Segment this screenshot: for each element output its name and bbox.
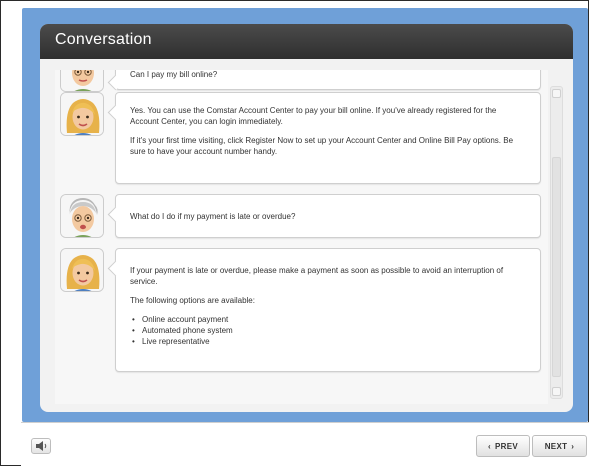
list-item: Online account payment: [130, 314, 526, 325]
message-text: Can I pay my bill online?: [130, 70, 218, 79]
message-bubble: If your payment is late or overdue, plea…: [115, 248, 541, 372]
agent-avatar-icon: [60, 92, 104, 136]
scroll-up-button[interactable]: [552, 89, 561, 98]
message-bubble: Can I pay my bill online?: [115, 70, 541, 90]
conversation-scroll-area[interactable]: Can I pay my bill online? Yes. You can u…: [55, 70, 548, 404]
message-text: What do I do if my payment is late or ov…: [130, 212, 296, 221]
scroll-thumb[interactable]: [552, 157, 561, 377]
message-paragraph: If your payment is late or overdue, plea…: [130, 266, 504, 286]
prev-label: PREV: [494, 441, 518, 451]
panel-title: Conversation: [55, 31, 152, 48]
customer-avatar-icon: [60, 194, 104, 238]
list-item: Automated phone system: [130, 325, 526, 336]
next-label: NEXT: [544, 441, 568, 451]
message-agent: Yes. You can use the Comstar Account Cen…: [55, 92, 541, 184]
slide-background: Conversation Can I pay my bill online? Y…: [22, 8, 588, 422]
message-paragraph: Yes. You can use the Comstar Account Cen…: [130, 106, 497, 126]
next-button[interactable]: NEXT ›: [532, 435, 587, 457]
course-player-frame: Conversation Can I pay my bill online? Y…: [0, 0, 589, 466]
conversation-scrollbar[interactable]: [550, 86, 563, 399]
agent-avatar-icon: [60, 248, 104, 292]
conversation-panel: Conversation Can I pay my bill online? Y…: [40, 24, 573, 412]
speaker-icon: [36, 441, 47, 451]
slide-stage: Conversation Can I pay my bill online? Y…: [21, 8, 589, 422]
options-list: Online account payment Automated phone s…: [130, 314, 526, 347]
customer-avatar-icon: [60, 70, 104, 92]
message-bubble: Yes. You can use the Comstar Account Cen…: [115, 92, 541, 184]
message-agent: If your payment is late or overdue, plea…: [55, 248, 541, 372]
message-bubble: What do I do if my payment is late or ov…: [115, 194, 541, 238]
prev-button[interactable]: ‹ PREV: [476, 435, 530, 457]
message-customer: What do I do if my payment is late or ov…: [55, 194, 541, 238]
audio-button[interactable]: [31, 438, 51, 454]
scroll-down-button[interactable]: [552, 387, 561, 396]
chevron-right-icon: ›: [571, 441, 575, 451]
chevron-left-icon: ‹: [488, 441, 491, 451]
list-item: Live representative: [130, 336, 526, 347]
player-controls: ‹ PREV NEXT ›: [21, 422, 589, 466]
panel-header: Conversation: [40, 24, 573, 59]
message-paragraph: The following options are available:: [130, 296, 255, 305]
message-paragraph: If it's your first time visiting, click …: [130, 136, 514, 156]
